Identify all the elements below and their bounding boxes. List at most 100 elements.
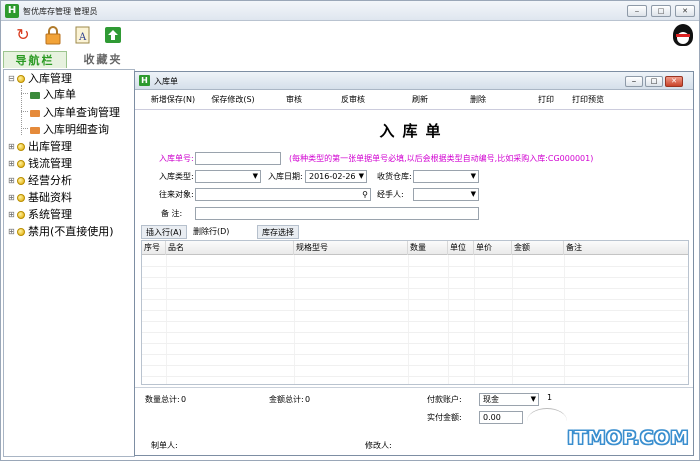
delete-button[interactable]: 删除: [465, 93, 491, 107]
insert-row-tab[interactable]: 插入行(A): [141, 225, 187, 239]
folder-ball-icon: [17, 211, 25, 219]
tree-group-disabled[interactable]: ⊞ 禁用(不直接使用): [8, 224, 114, 240]
col-spec[interactable]: 规格型号: [294, 241, 408, 255]
minimize-button[interactable]: ‒: [627, 5, 647, 17]
tree-item-inbound-order[interactable]: 入库单: [28, 87, 76, 103]
print-preview-button[interactable]: 打印预览: [567, 93, 609, 107]
refresh-button[interactable]: 刷新: [407, 93, 433, 107]
stock-select-tab[interactable]: 库存选择: [257, 225, 299, 239]
refresh-icon[interactable]: ↻: [13, 25, 33, 45]
date-picker[interactable]: 2016-02-26 ▼: [305, 170, 367, 183]
grid-header: 序号 品名 规格型号 数量 单位 单价 金额 备注: [142, 241, 688, 255]
tab-favorites[interactable]: 收藏夹: [71, 51, 135, 68]
decoration-arc: [527, 408, 567, 434]
save-modify-button[interactable]: 保存修改(S): [207, 93, 259, 107]
account-select[interactable]: 现金 ▼: [479, 393, 539, 406]
app-logo-icon: H: [5, 4, 19, 18]
chevron-down-icon: ▼: [470, 190, 476, 198]
date-label: 入库日期:: [268, 172, 303, 181]
warehouse-select[interactable]: ▼: [413, 170, 479, 183]
paid-input[interactable]: 0.00: [479, 411, 523, 424]
col-index[interactable]: 序号: [142, 241, 166, 255]
title-bar: H 智优库存管理 管理员 ‒ □ ✕: [1, 1, 699, 21]
order-no-label: 入库单号:: [159, 154, 194, 163]
child-logo-icon: H: [139, 75, 150, 86]
app-window: H 智优库存管理 管理员 ‒ □ ✕ ↻ A 导航栏 收藏夹 ⊟ 入库管理 入库…: [0, 0, 700, 461]
document-icon: [30, 91, 40, 99]
folder-ball-icon: [17, 143, 25, 151]
form-title: 入库单: [379, 122, 449, 140]
watermark-logo: ITMOP.COM: [567, 427, 690, 450]
tree-group-analysis[interactable]: ⊞ 经营分析: [8, 173, 72, 189]
delete-row-tab[interactable]: 删除行(D): [189, 225, 233, 239]
child-minimize-button[interactable]: ‒: [625, 76, 643, 87]
folder-ball-icon: [17, 194, 25, 202]
folder-ball-icon: [17, 177, 25, 185]
qq-penguin-icon[interactable]: [673, 24, 693, 46]
amount-total-value: 0: [305, 395, 311, 404]
tree-item-inbound-query[interactable]: 入库单查询管理: [28, 105, 120, 121]
col-price[interactable]: 单价: [474, 241, 512, 255]
col-amount[interactable]: 金额: [512, 241, 564, 255]
main-toolbar: ↻ A: [1, 21, 699, 49]
child-maximize-button[interactable]: □: [645, 76, 663, 87]
col-unit[interactable]: 单位: [448, 241, 474, 255]
partner-input[interactable]: ⚲: [195, 188, 371, 201]
handler-select[interactable]: ▼: [413, 188, 479, 201]
tab-navigation[interactable]: 导航栏: [3, 51, 67, 68]
tree-group-basedata[interactable]: ⊞ 基础资料: [8, 190, 72, 206]
type-label: 入库类型:: [159, 172, 194, 181]
inbound-order-window: H 入库单 ‒ □ ✕ 新增保存(N) 保存修改(S) 审核 反审核 刷新 删除…: [134, 71, 694, 456]
chevron-down-icon: ▼: [470, 172, 476, 180]
col-remark[interactable]: 备注: [564, 241, 688, 255]
tree-group-system[interactable]: ⊞ 系统管理: [8, 207, 72, 223]
app-title: 智优库存管理 管理员: [23, 7, 98, 16]
save-new-button[interactable]: 新增保存(N): [145, 93, 201, 107]
print-button[interactable]: 打印: [533, 93, 559, 107]
partner-label: 往来对象:: [159, 190, 194, 199]
account-label: 付款账户:: [427, 395, 462, 404]
nav-tree: ⊟ 入库管理 入库单 入库单查询管理 入库明细查询 ⊞ 出库管理 ⊞ 钱流管理 ⊞ 经营…: [3, 69, 135, 457]
approve-button[interactable]: 审核: [281, 93, 307, 107]
child-close-button[interactable]: ✕: [665, 76, 683, 87]
tree-group-outbound[interactable]: ⊞ 出库管理: [8, 139, 72, 155]
warehouse-label: 收货仓库:: [377, 172, 412, 181]
nav-tabs: 导航栏 收藏夹: [1, 49, 135, 69]
child-title-bar: H 入库单 ‒ □ ✕: [135, 72, 693, 90]
font-icon[interactable]: A: [73, 25, 93, 45]
lock-icon[interactable]: [43, 25, 63, 45]
tree-group-cashflow[interactable]: ⊞ 钱流管理: [8, 156, 72, 172]
qty-total-value: 0: [181, 395, 187, 404]
action-bar: 新增保存(N) 保存修改(S) 审核 反审核 刷新 删除 打印 打印预览: [135, 90, 693, 110]
chevron-down-icon: ▼: [358, 172, 364, 180]
amount-total-label: 金额总计:: [269, 395, 304, 404]
unapprove-button[interactable]: 反审核: [335, 93, 371, 107]
upload-icon[interactable]: [103, 25, 123, 45]
account-extra: 1: [547, 393, 553, 402]
type-select[interactable]: ▼: [195, 170, 261, 183]
remark-label: 备 注:: [161, 209, 183, 218]
document-icon: [30, 126, 40, 134]
search-icon[interactable]: ⚲: [362, 189, 368, 200]
col-qty[interactable]: 数量: [408, 241, 448, 255]
tree-item-inbound-detail[interactable]: 入库明细查询: [28, 122, 109, 138]
order-no-input[interactable]: [195, 152, 281, 165]
handler-label: 经手人:: [377, 190, 404, 199]
col-name[interactable]: 品名: [166, 241, 294, 255]
remark-input[interactable]: [195, 207, 479, 220]
qty-total-label: 数量总计:: [145, 395, 180, 404]
svg-text:A: A: [78, 32, 87, 43]
folder-ball-icon: [17, 228, 25, 236]
folder-ball-icon: [17, 75, 25, 83]
chevron-down-icon: ▼: [530, 395, 536, 403]
close-button[interactable]: ✕: [675, 5, 695, 17]
maker-label: 制单人:: [151, 441, 178, 450]
folder-ball-icon: [17, 160, 25, 168]
tree-group-inbound[interactable]: ⊟ 入库管理: [8, 71, 72, 87]
chevron-down-icon: ▼: [252, 172, 258, 180]
items-grid[interactable]: 序号 品名 规格型号 数量 单位 单价 金额 备注: [141, 240, 689, 385]
document-icon: [30, 109, 40, 117]
modifier-label: 修改人:: [365, 441, 392, 450]
maximize-button[interactable]: □: [651, 5, 671, 17]
child-title: 入库单: [154, 77, 178, 86]
